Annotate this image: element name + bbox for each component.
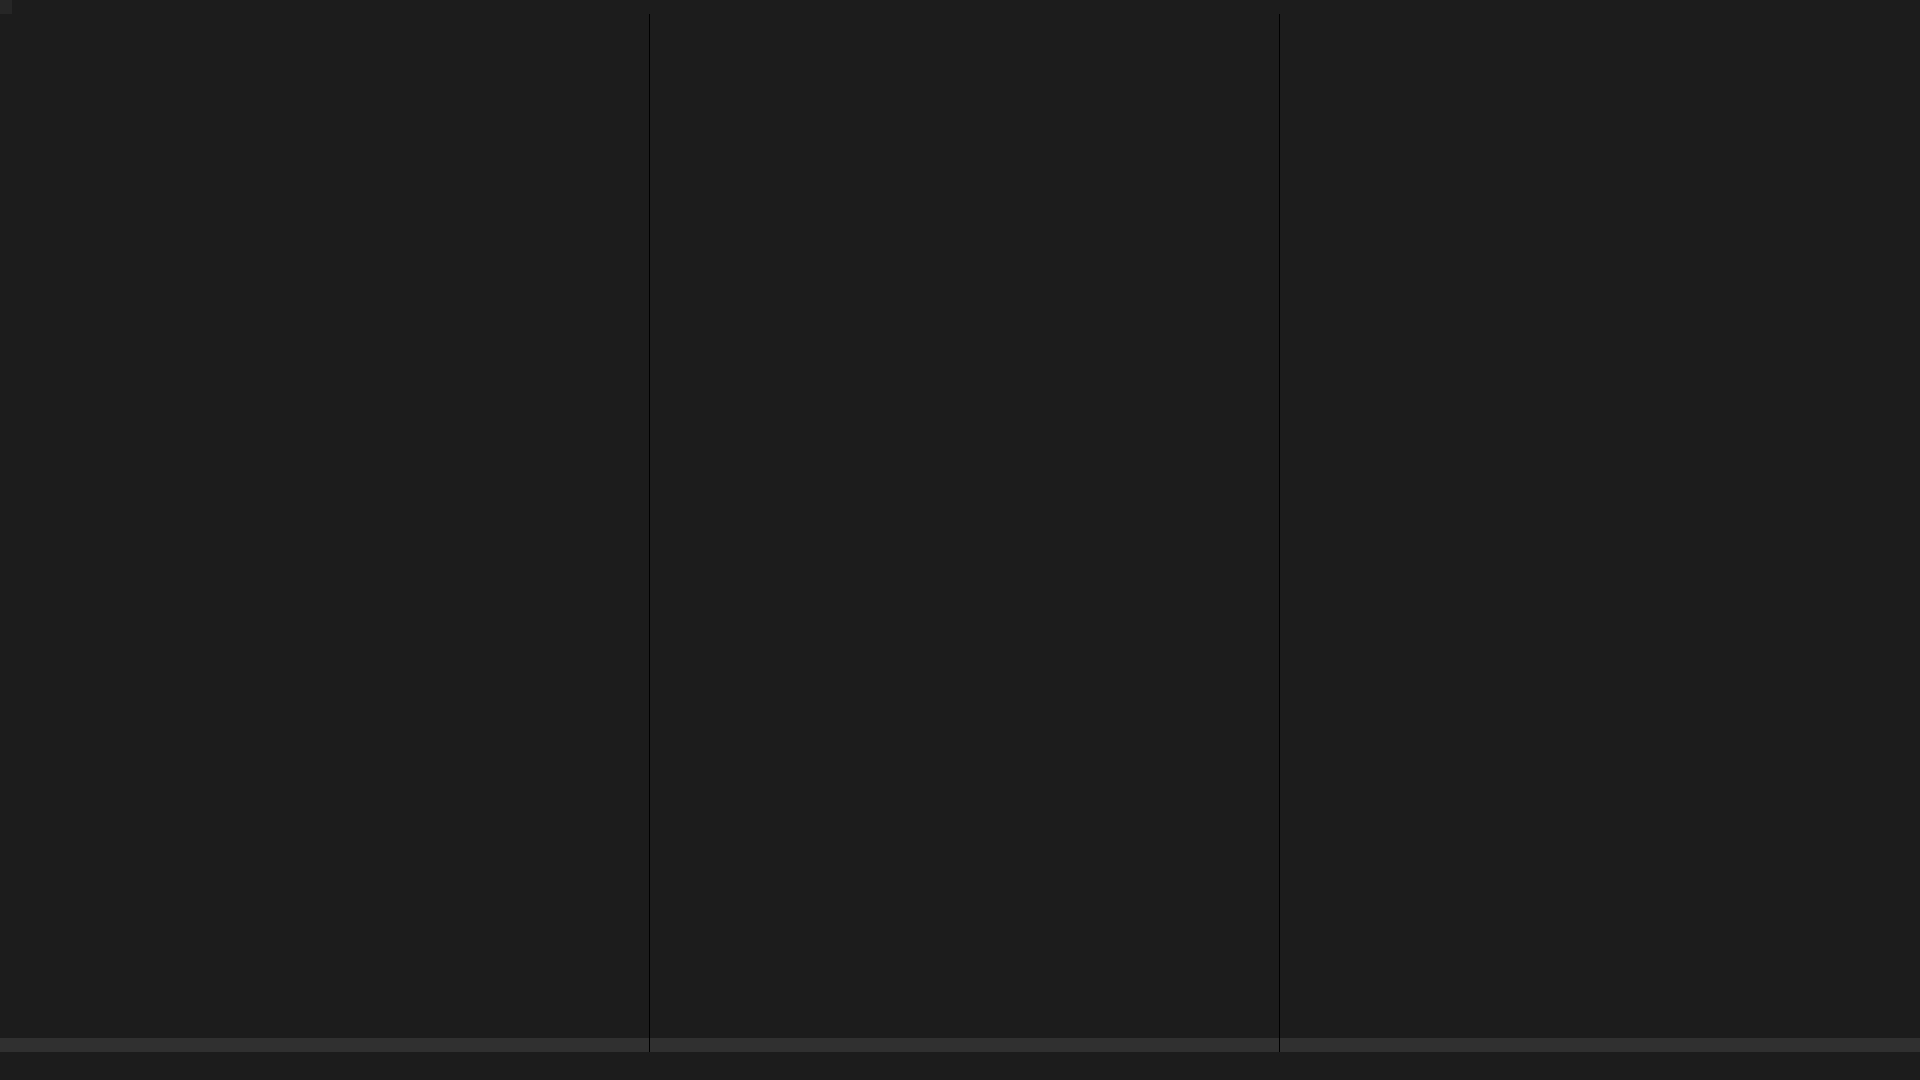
pane-right[interactable] bbox=[1280, 14, 1920, 1052]
statusline-middle bbox=[650, 1038, 1279, 1052]
statusline-right bbox=[1280, 1038, 1920, 1052]
pane-left[interactable] bbox=[0, 14, 650, 1052]
pane-middle[interactable] bbox=[650, 14, 1280, 1052]
tab-indicator bbox=[0, 0, 13, 14]
tabline bbox=[0, 0, 1920, 14]
command-line[interactable] bbox=[0, 1052, 1920, 1066]
statusline-left bbox=[0, 1038, 649, 1052]
close-icon[interactable] bbox=[1908, 0, 1920, 14]
